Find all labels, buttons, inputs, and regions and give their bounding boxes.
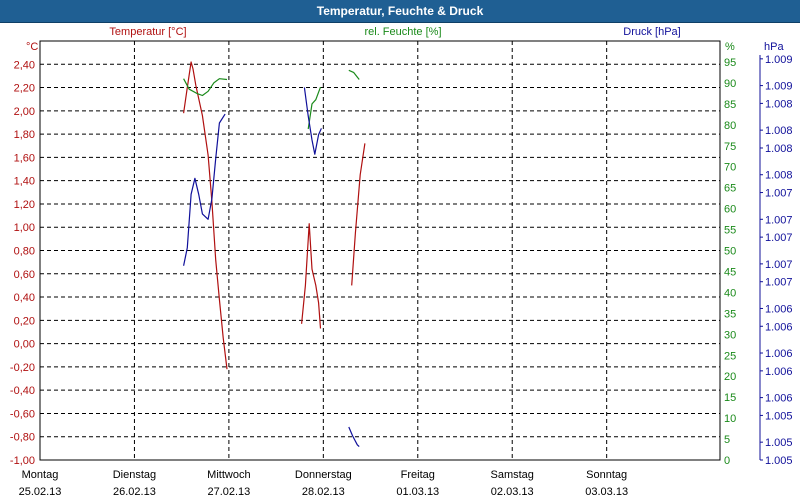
chart-window: Temperatur, Feuchte & Druck 2,40 2,20 2,00… [0,0,800,500]
x-tick-day: Dienstag [113,469,156,481]
pressure-tick-label: 1.005 [765,455,793,467]
humidity-tick-label: 0 [724,455,730,467]
temperature-tick-label: -0,60 [10,408,35,420]
temperature-tick-label: 2,00 [14,106,35,118]
pressure-tick-label: 1.008 [765,143,793,155]
humidity-tick-label: 50 [724,246,736,258]
temperature-axis-label: Temperatur [°C] [109,26,186,38]
pressure-tick-label: 1.007 [765,277,793,289]
x-tick-day: Freitag [401,469,435,481]
humidity-tick-label: 65 [724,183,736,195]
temperature-tick-label: 1,80 [14,129,35,141]
weather-chart: 2,40 2,20 2,00 1,80 1,60 1,40 1,20 1,00 0,80 0,60… [10,26,793,498]
pressure-tick-label: 1.008 [765,98,793,110]
humidity-tick-label: 10 [724,413,736,425]
humidity-tick-label: 80 [724,120,736,132]
pressure-tick-label: 1.007 [765,188,793,200]
pressure-tick-label: 1.006 [765,393,793,405]
pressure-tick-label: 1.006 [765,303,793,315]
temperature-tick-label: 2,20 [14,83,35,95]
x-tick-date: 27.02.13 [207,486,250,498]
temperature-tick-label: 0,80 [14,246,35,258]
temperature-tick-label: 1,40 [14,176,35,188]
humidity-tick-label: 85 [724,99,736,111]
humidity-tick-label: 20 [724,371,736,383]
temperature-series-line [301,223,322,329]
pressure-series-line [183,113,226,266]
humidity-tick-label: 45 [724,266,736,278]
temperature-tick-label: 0,40 [14,292,35,304]
temperature-tick-label: 2,40 [14,59,35,71]
temperature-tick-label: 1,00 [14,222,35,234]
x-tick-date: 26.02.13 [113,486,156,498]
pressure-series-line [303,87,322,155]
humidity-tick-label: 30 [724,329,736,341]
pressure-unit: hPa [764,41,784,53]
humidity-tick-label: 5 [724,434,730,446]
temperature-tick-label: 0,00 [14,339,35,351]
temperature-tick-label: 1,20 [14,199,35,211]
temperature-tick-label: 1,60 [14,152,35,164]
humidity-tick-label: 60 [724,204,736,216]
pressure-tick-label: 1.008 [765,170,793,182]
humidity-unit: % [725,41,735,53]
x-tick-date: 25.02.13 [19,486,62,498]
humidity-series-line [348,69,360,80]
x-tick-day: Samstag [491,469,534,481]
x-tick-date: 01.03.13 [396,486,439,498]
x-tick-day: Mittwoch [207,469,250,481]
temperature-unit: °C [26,41,38,53]
pressure-tick-label: 1.005 [765,437,793,449]
x-tick-day: Sonntag [586,469,627,481]
temperature-tick-label: -0,40 [10,385,35,397]
humidity-tick-label: 95 [724,57,736,69]
x-tick-day: Montag [22,469,59,481]
pressure-tick-label: 1.007 [765,214,793,226]
humidity-tick-label: 75 [724,141,736,153]
pressure-tick-label: 1.006 [765,321,793,333]
pressure-axis-label: Druck [hPa] [623,26,680,38]
humidity-tick-label: 25 [724,350,736,362]
x-tick-date: 28.02.13 [302,486,345,498]
pressure-tick-label: 1.008 [765,125,793,137]
temperature-tick-label: -0,20 [10,362,35,374]
temperature-tick-label: -1,00 [10,455,35,467]
humidity-axis-label: rel. Feuchte [%] [364,26,441,38]
pressure-tick-label: 1.009 [765,54,793,66]
humidity-tick-label: 15 [724,392,736,404]
temperature-tick-label: 0,60 [14,269,35,281]
pressure-tick-label: 1.006 [765,348,793,360]
humidity-tick-label: 40 [724,287,736,299]
x-tick-day: Donnerstag [295,469,352,481]
humidity-series-line [307,86,322,130]
pressure-tick-label: 1.005 [765,410,793,422]
pressure-tick-label: 1.009 [765,81,793,93]
pressure-tick-label: 1.007 [765,232,793,244]
humidity-tick-label: 55 [724,225,736,237]
temperature-tick-label: -0,80 [10,432,35,444]
humidity-tick-label: 35 [724,308,736,320]
pressure-tick-label: 1.007 [765,259,793,271]
humidity-tick-label: 70 [724,162,736,174]
x-tick-date: 03.03.13 [585,486,628,498]
temperature-tick-label: 0,20 [14,315,35,327]
humidity-tick-label: 90 [724,78,736,90]
temperature-series-line [351,143,366,286]
x-tick-date: 02.03.13 [491,486,534,498]
pressure-tick-label: 1.006 [765,366,793,378]
